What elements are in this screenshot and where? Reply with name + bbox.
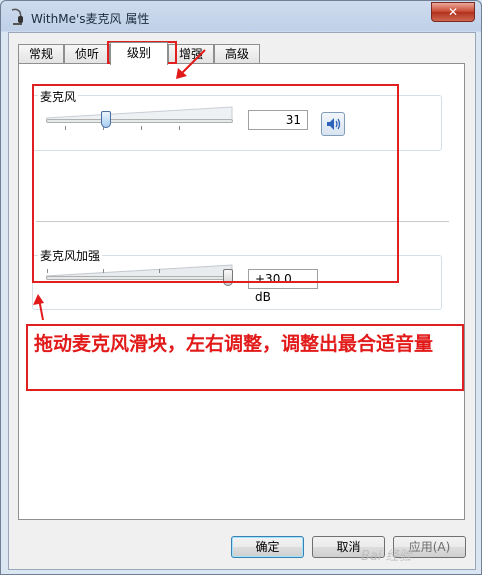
- sliders-highlight: [32, 84, 399, 283]
- tab-levels[interactable]: 级别: [110, 42, 168, 65]
- microphone-app-icon: [11, 8, 23, 25]
- arrow-to-sliders-icon: [33, 294, 44, 321]
- annotation-text: 拖动麦克风滑块，左右调整，调整出最合适音量: [34, 333, 434, 355]
- title-bar[interactable]: WithMe's麦克风 属性 ✕: [1, 1, 481, 33]
- tab-advanced[interactable]: 高级: [214, 44, 260, 63]
- arrow-to-tab-icon: [176, 49, 206, 79]
- properties-window: WithMe's麦克风 属性 ✕ 常规 侦听 级别 增强 高级 麦克风 31 麦…: [0, 0, 482, 575]
- close-button[interactable]: ✕: [431, 2, 475, 22]
- watermark: Bai 经验: [361, 549, 412, 564]
- tab-general[interactable]: 常规: [18, 44, 64, 63]
- ok-button[interactable]: 确定: [231, 536, 304, 558]
- window-title: WithMe's麦克风 属性: [31, 12, 150, 26]
- close-icon: ✕: [447, 5, 459, 19]
- tab-listen[interactable]: 侦听: [64, 44, 110, 63]
